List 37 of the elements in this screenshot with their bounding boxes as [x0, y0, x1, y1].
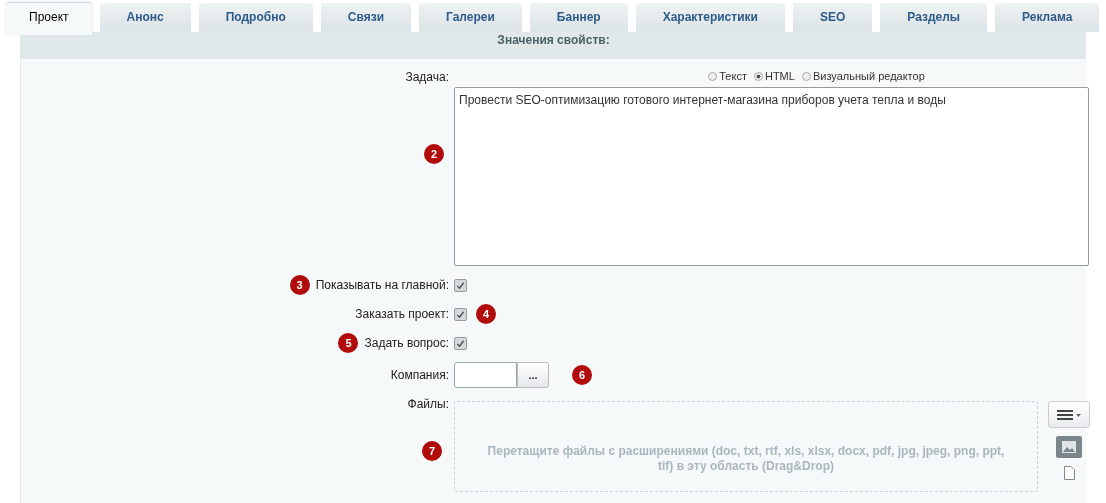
file-icon[interactable] — [1063, 466, 1075, 480]
field-label: Показывать на главной: — [315, 278, 449, 292]
checkbox[interactable] — [454, 278, 467, 292]
tab[interactable]: Разделы — [880, 3, 988, 32]
tab[interactable]: SEO — [792, 3, 873, 32]
tab[interactable]: Связи — [320, 3, 411, 32]
radio-option[interactable]: HTML — [753, 70, 795, 82]
menu-icon — [1056, 408, 1082, 421]
field-label: Компания: — [390, 368, 449, 382]
number-badge: 3 — [289, 275, 310, 295]
menu-button[interactable] — [1048, 401, 1090, 428]
radio-option[interactable]: Визуальный редактор — [801, 70, 925, 82]
radio-option[interactable]: Текст — [708, 70, 747, 82]
number-badge: 2 — [424, 144, 444, 164]
input-field[interactable] — [454, 362, 517, 388]
number-badge: 5 — [338, 333, 359, 353]
text-area[interactable]: Провести SEO-оптимизацию готового интернет-магазина приборов учета тепла и воды — [454, 87, 1089, 266]
number-badge: 6 — [572, 365, 592, 385]
checkbox[interactable] — [454, 307, 467, 321]
number-badge: 4 — [476, 304, 496, 324]
field-label: Задача: — [405, 70, 449, 84]
tab[interactable]: Галереи — [419, 3, 522, 32]
tab[interactable]: Реклама — [995, 3, 1100, 32]
field-label: Заказать проект: — [355, 307, 449, 321]
image-icon[interactable] — [1056, 436, 1082, 458]
tab[interactable]: Характеристики — [635, 3, 785, 32]
field-label: Файлы: — [407, 397, 449, 411]
checkbox[interactable] — [454, 336, 467, 350]
tab[interactable]: Проект — [6, 3, 92, 35]
tab[interactable]: Баннер — [529, 3, 628, 32]
section-title: Значения свойств: — [497, 33, 610, 47]
drop-hint: Перетащите файлы с расширениями (doc, txt, rtf, xls, xlsx, docx, pdf, jpg, jpeg, png, ppt, tif) в эту область (Drag&Drop) — [486, 444, 1006, 474]
tab[interactable]: Анонс — [99, 3, 191, 32]
number-badge: 7 — [422, 441, 442, 461]
tab[interactable]: Подробно — [198, 3, 313, 32]
field-label: Задать вопрос: — [364, 336, 449, 350]
browse-button[interactable]: ... — [517, 362, 549, 388]
